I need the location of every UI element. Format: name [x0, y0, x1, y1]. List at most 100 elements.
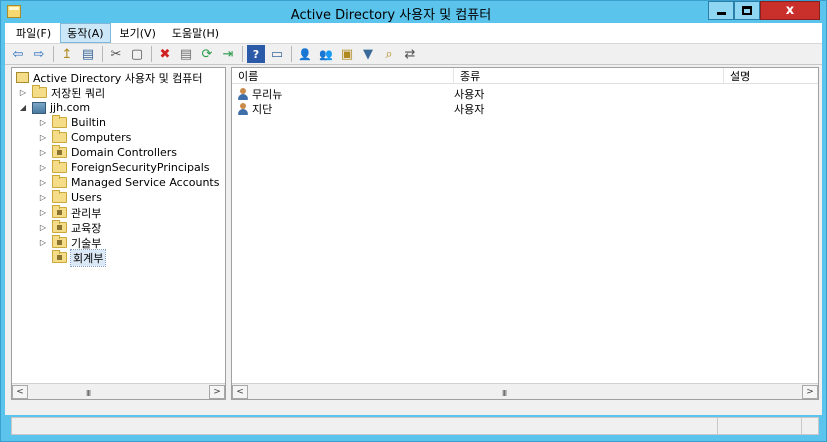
up-folder-icon[interactable]: ↥	[58, 45, 76, 63]
tree-label: Computers	[71, 131, 132, 144]
new-group-icon[interactable]: 👥	[317, 45, 335, 63]
expand-icon[interactable]: ▷	[38, 133, 48, 142]
maximize-button[interactable]	[734, 1, 760, 20]
expand-icon[interactable]: ▷	[38, 118, 48, 127]
scroll-right-button[interactable]: >	[209, 384, 225, 399]
item-type: 사용자	[454, 102, 485, 116]
console-tree-icon[interactable]: ▭	[268, 45, 286, 63]
menu-file[interactable]: 파일(F)	[9, 23, 58, 43]
tree-horizontal-scrollbar[interactable]: < III >	[12, 383, 225, 399]
scroll-right-button[interactable]: >	[802, 384, 818, 399]
toolbar-separator	[151, 46, 152, 62]
expand-icon[interactable]: ▷	[38, 238, 48, 247]
collapse-icon[interactable]: ◢	[18, 103, 28, 112]
tree-item-tech-dept[interactable]: ▷ 기술부	[38, 235, 101, 250]
cut-icon[interactable]: ✂	[107, 45, 125, 63]
ou-folder-icon	[52, 235, 67, 248]
tree-item-domain-controllers[interactable]: ▷ Domain Controllers	[38, 145, 177, 160]
new-user-icon[interactable]: 👤	[296, 45, 314, 63]
window-title: Active Directory 사용자 및 컴퓨터	[290, 8, 492, 23]
column-description[interactable]: 설명	[724, 68, 818, 84]
refresh-icon[interactable]: ⟳	[198, 45, 216, 63]
tree-label: 저장된 쿼리	[51, 86, 106, 100]
tree-item-saved-queries[interactable]: ▷ 저장된 쿼리	[18, 85, 105, 100]
scroll-thumb[interactable]: III	[502, 389, 507, 398]
tree-item-managed-service-accounts[interactable]: ▷ Managed Service Accounts	[38, 175, 219, 190]
tree-label: 기술부	[71, 236, 102, 250]
minimize-button[interactable]	[708, 1, 734, 20]
tree-label: Managed Service Accounts	[71, 176, 220, 189]
expand-icon[interactable]: ▷	[38, 208, 48, 217]
scroll-left-button[interactable]: <	[232, 384, 248, 399]
tree-item-training-room[interactable]: ▷ 교육장	[38, 220, 101, 235]
properties-icon[interactable]: ▤	[177, 45, 195, 63]
tree-item-domain[interactable]: ◢ jjh.com	[18, 100, 90, 115]
expand-icon[interactable]: ▷	[38, 178, 48, 187]
find-icon[interactable]: ⌕	[380, 45, 398, 63]
back-icon[interactable]: ⇦	[9, 45, 27, 63]
expand-icon[interactable]: ▷	[38, 163, 48, 172]
expand-icon[interactable]: ▷	[38, 223, 48, 232]
tree-item-computers[interactable]: ▷ Computers	[38, 130, 131, 145]
show-tree-icon[interactable]: ▤	[79, 45, 97, 63]
expand-icon[interactable]: ▷	[38, 193, 48, 202]
toolbar: ⇦ ⇨ ↥ ▤ ✂ ▢ ✖ ▤ ⟳ ⇥ ? ▭ 👤 👥 ▣ ▼ ⌕ ⇄	[5, 43, 822, 65]
tree-root[interactable]: Active Directory 사용자 및 컴퓨터	[14, 70, 203, 85]
tree-label: 관리부	[71, 206, 102, 220]
help-icon[interactable]: ?	[247, 45, 265, 63]
scroll-track[interactable]: III	[248, 385, 802, 399]
list-item[interactable]: 지단 사용자	[232, 101, 724, 116]
scroll-thumb[interactable]: III	[86, 389, 91, 398]
details-pane[interactable]: 이름 종류 설명 무리뉴 사용자 지단 사용자 < III >	[231, 67, 819, 400]
expand-icon[interactable]: ▷	[38, 148, 48, 157]
tree-pane[interactable]: Active Directory 사용자 및 컴퓨터 ▷ 저장된 쿼리 ◢ jj…	[11, 67, 226, 400]
tree-label: Users	[71, 191, 102, 204]
tree-item-builtin[interactable]: ▷ Builtin	[38, 115, 106, 130]
filter-icon[interactable]: ▼	[359, 45, 377, 63]
folder-icon	[52, 130, 67, 143]
folder-icon	[32, 85, 47, 98]
title-bar[interactable]: Active Directory 사용자 및 컴퓨터 x	[1, 1, 826, 23]
tree-label: 회계부	[69, 248, 107, 267]
tree-item-accounting-dept[interactable]: 회계부	[48, 248, 107, 267]
column-type[interactable]: 종류	[454, 68, 724, 84]
menu-view[interactable]: 보기(V)	[113, 23, 163, 43]
list-item[interactable]: 무리뉴 사용자	[232, 86, 724, 101]
toolbar-separator	[102, 46, 103, 62]
tree-label: Domain Controllers	[71, 146, 178, 159]
toolbar-separator	[53, 46, 54, 62]
new-ou-icon[interactable]: ▣	[338, 45, 356, 63]
item-name: 지단	[252, 102, 273, 116]
app-window: Active Directory 사용자 및 컴퓨터 x 파일(F) 동작(A)…	[0, 0, 827, 442]
column-name[interactable]: 이름	[232, 68, 454, 84]
menu-action[interactable]: 동작(A)	[60, 23, 111, 43]
tree-item-users[interactable]: ▷ Users	[38, 190, 102, 205]
tree-item-management-dept[interactable]: ▷ 관리부	[38, 205, 101, 220]
item-type: 사용자	[454, 87, 485, 101]
scroll-left-button[interactable]: <	[12, 384, 28, 399]
content-area: Active Directory 사용자 및 컴퓨터 ▷ 저장된 쿼리 ◢ jj…	[5, 65, 822, 435]
menu-bar: 파일(F) 동작(A) 보기(V) 도움말(H)	[5, 23, 822, 43]
tree-item-foreign-security-principals[interactable]: ▷ ForeignSecurityPrincipals	[38, 160, 210, 175]
ou-folder-icon	[52, 205, 67, 218]
list-horizontal-scrollbar[interactable]: < III >	[232, 383, 818, 399]
expand-icon[interactable]: ▷	[18, 88, 28, 97]
tree-label: ForeignSecurityPrincipals	[71, 161, 210, 174]
copy-icon[interactable]: ▢	[128, 45, 146, 63]
snapin-icon	[16, 72, 29, 83]
add-to-group-icon[interactable]: ⇄	[401, 45, 419, 63]
tree-label: jjh.com	[50, 101, 91, 114]
forward-icon[interactable]: ⇨	[30, 45, 48, 63]
folder-icon	[52, 115, 67, 128]
close-button[interactable]: x	[760, 1, 820, 20]
user-icon	[237, 102, 249, 115]
menu-help[interactable]: 도움말(H)	[165, 23, 226, 43]
folder-icon	[52, 175, 67, 188]
close-icon: x	[785, 3, 795, 18]
delete-icon[interactable]: ✖	[156, 45, 174, 63]
scroll-track[interactable]: III	[28, 385, 209, 399]
status-cell	[12, 418, 718, 434]
maximize-icon	[742, 6, 752, 15]
export-list-icon[interactable]: ⇥	[219, 45, 237, 63]
item-name: 무리뉴	[252, 87, 283, 101]
